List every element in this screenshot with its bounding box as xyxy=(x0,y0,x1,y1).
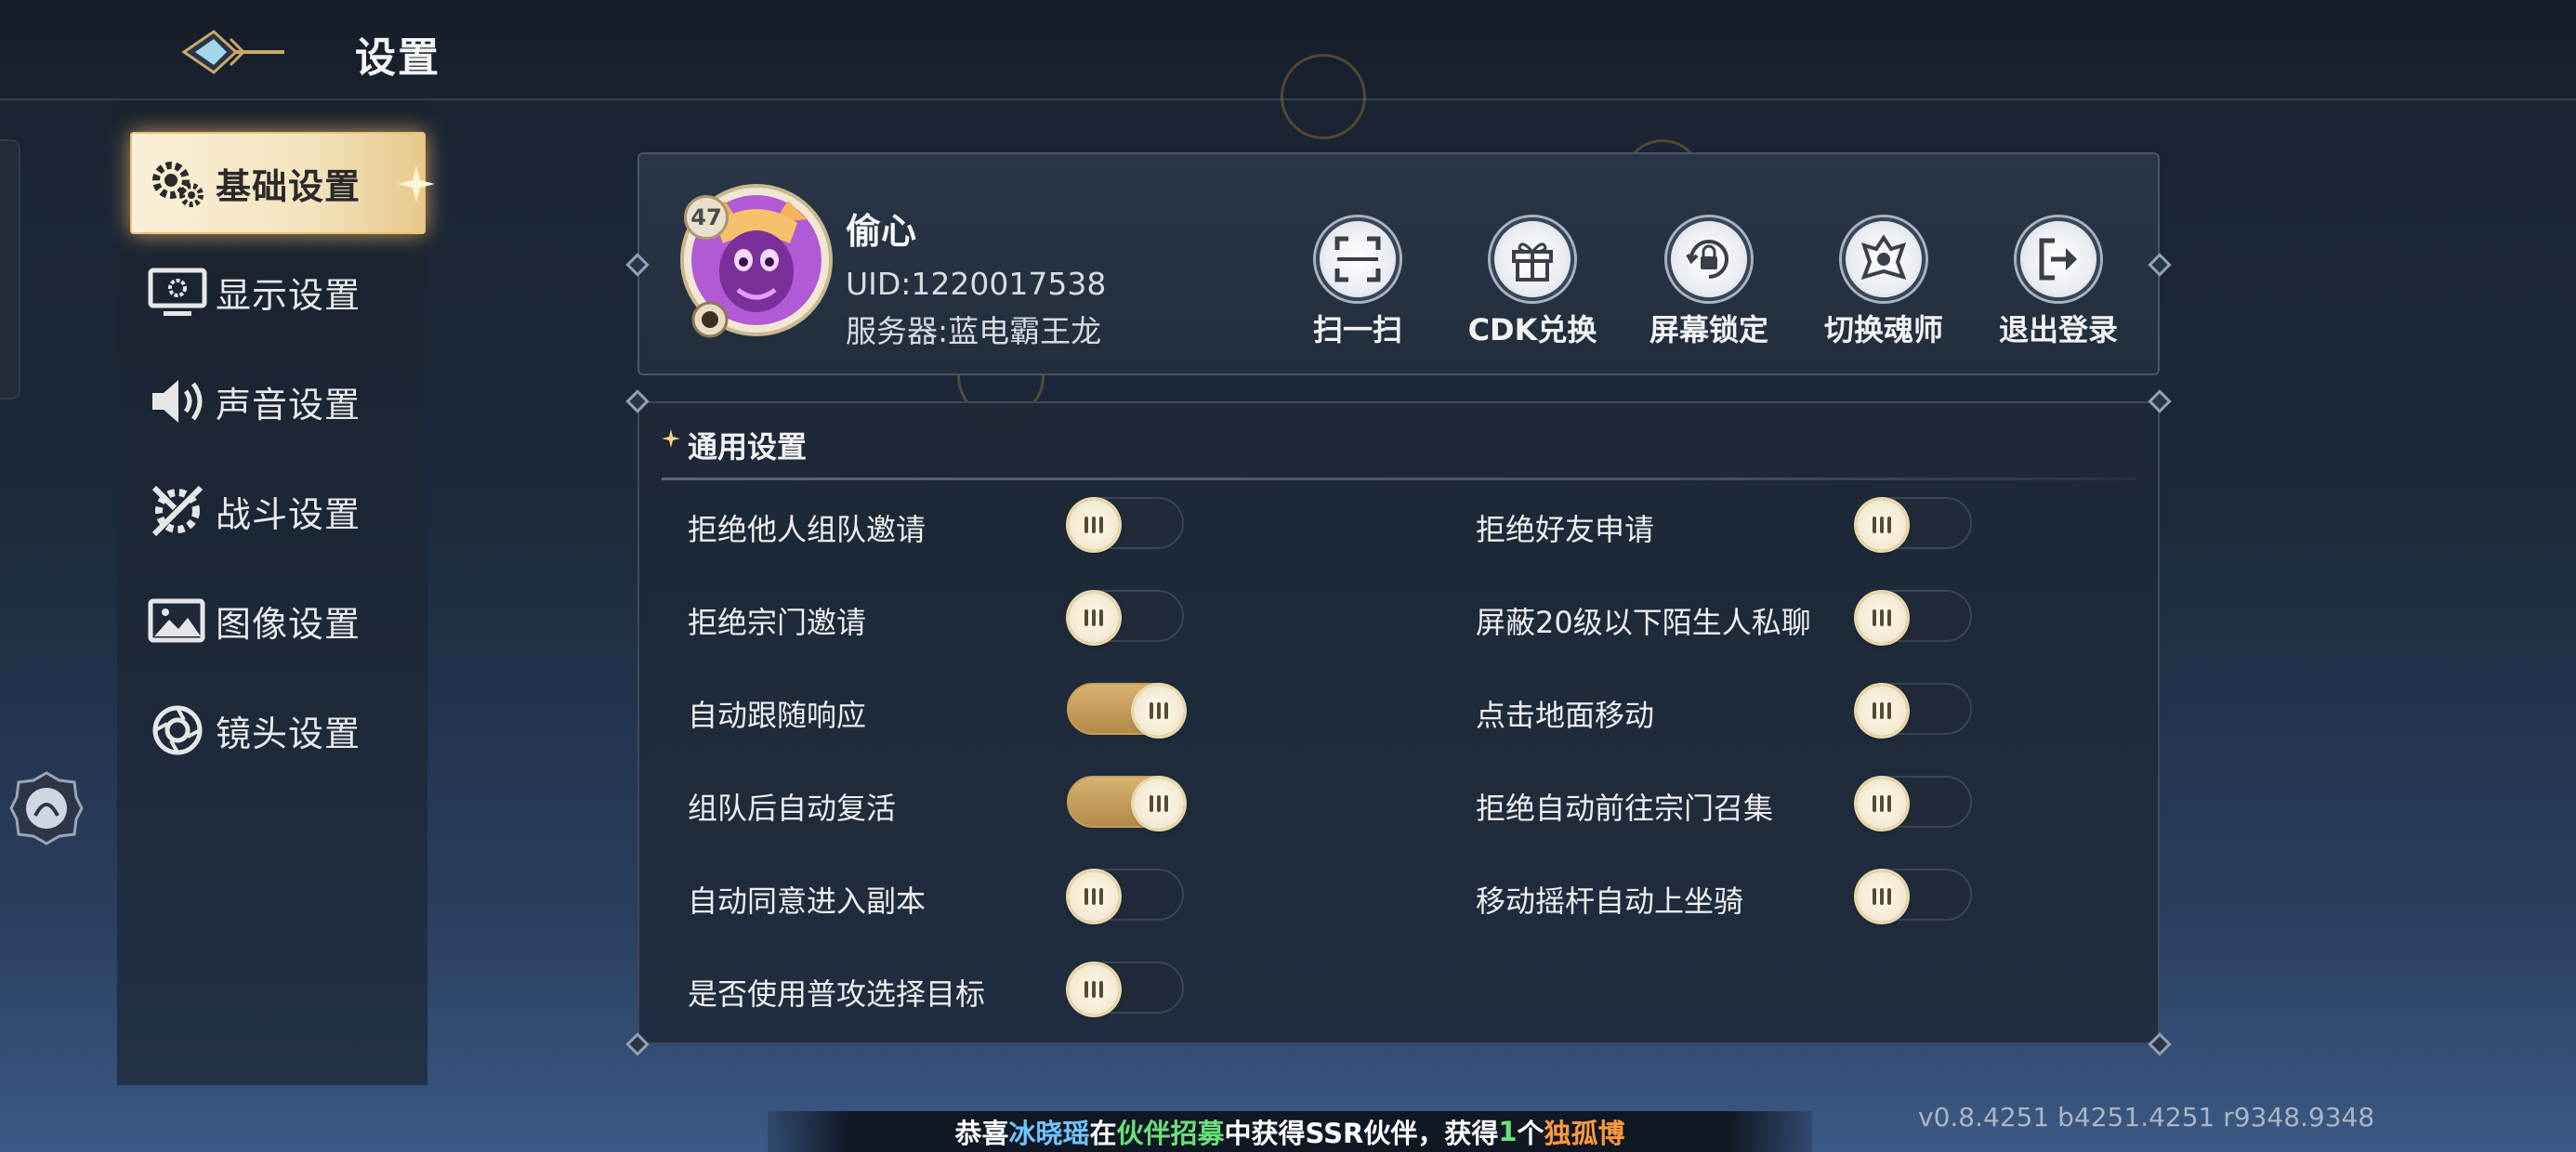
option-label: 屏蔽20级以下陌生人私聊 xyxy=(1476,605,1811,640)
toggle-refuse-friend-request[interactable] xyxy=(1855,497,1972,550)
switch-character-icon xyxy=(1842,217,1925,301)
toggle-knob xyxy=(1857,686,1907,736)
broadcast-player-name: 冰晓瑶 xyxy=(1008,1118,1090,1149)
option-label: 自动跟随响应 xyxy=(688,698,867,733)
sidebar-item-image[interactable]: 图像设置 xyxy=(130,569,426,673)
logout-button[interactable]: 退出登录 xyxy=(1974,217,2141,347)
toggle-knob xyxy=(1134,779,1184,829)
panel-corner-ornament xyxy=(2148,253,2172,277)
camera-lens-icon xyxy=(145,698,210,763)
emblem-icon[interactable] xyxy=(7,769,85,847)
panel-corner-ornament xyxy=(2148,389,2172,413)
broadcast-event: 伙伴招募 xyxy=(1116,1118,1225,1149)
sidebar-item-display[interactable]: 显示设置 xyxy=(130,240,426,344)
panel-corner-ornament xyxy=(625,389,650,413)
section-title: 通用设置 xyxy=(688,429,808,465)
option-label: 拒绝好友申请 xyxy=(1476,512,1655,547)
sidebar-item-label: 基础设置 xyxy=(216,165,361,207)
toggle-knob xyxy=(1069,500,1119,550)
toggle-auto-follow[interactable] xyxy=(1067,683,1184,736)
sidebar-item-camera[interactable]: 镜头设置 xyxy=(130,678,426,782)
page-title: 设置 xyxy=(355,34,440,82)
broadcast-text: 恭喜 xyxy=(954,1118,1009,1149)
broadcast-text: 个 xyxy=(1517,1118,1544,1149)
option-label: 是否使用普攻选择目标 xyxy=(688,976,986,1012)
action-label: CDK兑换 xyxy=(1467,312,1597,347)
toggle-knob xyxy=(1857,500,1907,550)
logout-icon xyxy=(2017,217,2100,301)
cdk-redeem-button[interactable]: CDK兑换 xyxy=(1448,217,1615,347)
toggle-refuse-sect-invite[interactable] xyxy=(1067,590,1184,643)
broadcast-count: 1 xyxy=(1498,1116,1518,1147)
decoration-ring xyxy=(1281,54,1366,139)
toggle-block-low-level-chat[interactable] xyxy=(1855,590,1972,643)
image-icon xyxy=(145,588,210,653)
option-label: 点击地面移动 xyxy=(1476,698,1655,733)
panel-corner-ornament xyxy=(625,253,650,277)
side-drawer-handle[interactable] xyxy=(0,139,20,399)
toggle-knob xyxy=(1069,871,1119,922)
panel-corner-ornament xyxy=(2148,1032,2172,1056)
settings-sidebar: 基础设置 显示设置 声音设置 战斗设置 图像设置 镜头设置 xyxy=(117,100,427,1085)
option-label: 拒绝他人组队邀请 xyxy=(688,512,927,547)
broadcast-banner: 恭喜 冰晓瑶在伙伴招募 中获得SSR伙伴，获得 1 个独孤博 xyxy=(768,1111,1812,1152)
panel-corner-ornament xyxy=(625,1032,650,1056)
toggle-auto-enter-dungeon[interactable] xyxy=(1067,869,1184,922)
toggle-knob xyxy=(1857,779,1907,829)
broadcast-text: 在 xyxy=(1089,1118,1117,1149)
action-label: 切换魂师 xyxy=(1823,312,1943,347)
star-icon xyxy=(662,429,680,448)
option-label: 组队后自动复活 xyxy=(688,791,897,826)
player-name: 偷心 xyxy=(846,211,917,252)
toggle-knob xyxy=(1857,871,1907,922)
toggle-auto-revive[interactable] xyxy=(1067,776,1184,829)
monitor-icon xyxy=(145,259,210,324)
action-label: 扫一扫 xyxy=(1312,312,1402,347)
screen-lock-button[interactable]: 屏幕锁定 xyxy=(1624,217,1792,347)
toggle-basic-attack-target[interactable] xyxy=(1067,962,1184,1015)
sidebar-item-sound[interactable]: 声音设置 xyxy=(130,349,426,453)
toggle-knob xyxy=(1134,686,1184,736)
version-label: v0.8.4251 b4251.4251 r9348.9348 xyxy=(1918,1102,2375,1132)
scan-icon xyxy=(1316,217,1400,301)
action-label: 退出登录 xyxy=(1998,312,2118,347)
back-arrow-icon[interactable] xyxy=(177,20,288,84)
toggle-knob xyxy=(1857,593,1907,643)
toggle-knob xyxy=(1069,964,1119,1015)
sidebar-item-combat[interactable]: 战斗设置 xyxy=(130,459,426,563)
toggle-refuse-team-invite[interactable] xyxy=(1067,497,1184,550)
toggle-refuse-sect-gather[interactable] xyxy=(1855,776,1972,829)
sidebar-item-label: 显示设置 xyxy=(216,274,361,316)
sidebar-item-label: 图像设置 xyxy=(216,603,361,645)
broadcast-reward: 独孤博 xyxy=(1544,1118,1625,1149)
sidebar-item-label: 镜头设置 xyxy=(216,713,361,754)
crossed-swords-icon xyxy=(145,478,210,543)
toggle-joystick-auto-mount[interactable] xyxy=(1855,869,1972,922)
section-divider xyxy=(662,478,2136,480)
player-server: 服务器:蓝电霸王龙 xyxy=(846,313,1102,349)
screen-lock-icon xyxy=(1667,217,1751,301)
sidebar-item-label: 声音设置 xyxy=(216,384,361,425)
toggle-knob xyxy=(1069,593,1119,643)
scan-button[interactable]: 扫一扫 xyxy=(1273,217,1440,347)
toggle-tap-ground-move[interactable] xyxy=(1855,683,1972,736)
sparkle-icon xyxy=(398,165,435,203)
switch-character-button[interactable]: 切换魂师 xyxy=(1799,217,1966,347)
action-label: 屏幕锁定 xyxy=(1649,312,1768,347)
option-label: 拒绝宗门邀请 xyxy=(688,605,867,640)
broadcast-text: 中获得SSR伙伴，获得 xyxy=(1224,1118,1499,1149)
speaker-icon xyxy=(145,369,210,434)
player-uid: UID:1220017538 xyxy=(846,266,1107,302)
sidebar-item-basic[interactable]: 基础设置 xyxy=(130,132,426,234)
option-label: 自动同意进入副本 xyxy=(688,884,927,919)
gear-cog-icon xyxy=(145,151,210,216)
sidebar-item-label: 战斗设置 xyxy=(216,493,361,535)
option-label: 移动摇杆自动上坐骑 xyxy=(1476,884,1744,919)
gift-icon xyxy=(1491,217,1574,301)
level-badge: 47 xyxy=(684,195,729,240)
option-label: 拒绝自动前往宗门召集 xyxy=(1476,791,1774,826)
